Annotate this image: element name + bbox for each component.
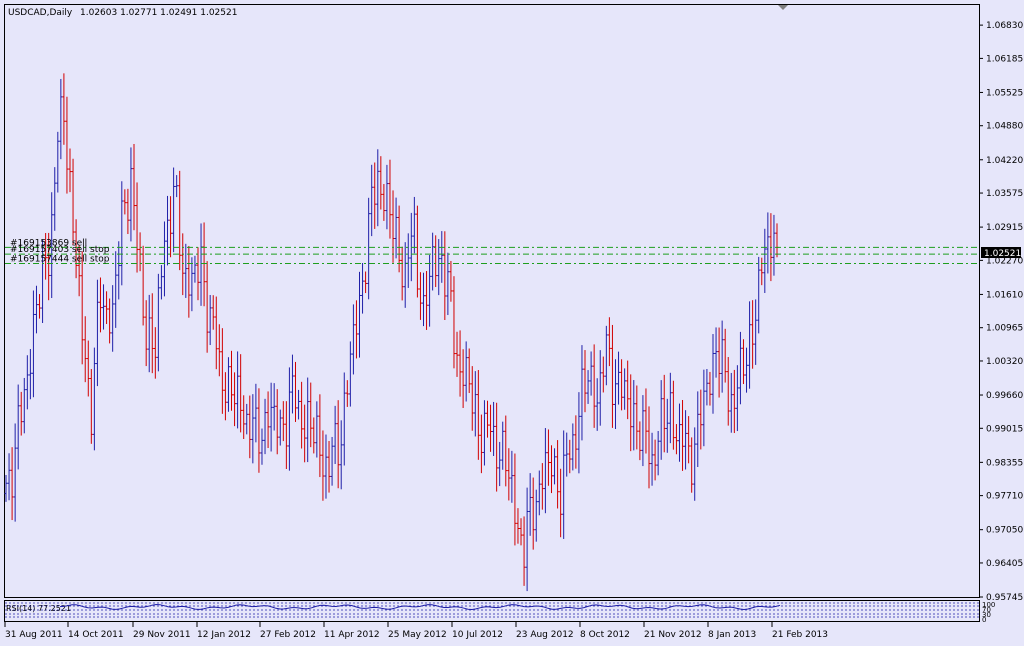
x-tick-label: 10 Jul 2012 xyxy=(452,630,503,640)
time-axis: 31 Aug 2011 14 Oct 2011 29 Nov 2011 12 Jan … xyxy=(4,622,828,640)
price-chart[interactable]: USDCAD,Daily 1.02603 1.02771 1.02491 1.0… xyxy=(0,0,1024,646)
y-tick-label: 0.98355 xyxy=(986,458,1023,468)
y-tick-label: 1.02915 xyxy=(986,223,1023,233)
indicator-level-0: 0 xyxy=(982,616,986,624)
x-tick-label: 14 Oct 2011 xyxy=(68,630,124,640)
x-tick-label: 31 Aug 2011 xyxy=(5,630,63,640)
order-label: #169157444 sell stop xyxy=(10,254,110,264)
x-tick-label: 23 Aug 2012 xyxy=(516,630,574,640)
y-tick-label: 0.97050 xyxy=(986,526,1023,536)
x-tick-label: 27 Feb 2012 xyxy=(260,630,316,640)
price-panel-frame xyxy=(4,4,980,598)
y-tick-label: 1.00965 xyxy=(986,324,1023,334)
ohlc-values: 1.02603 1.02771 1.02491 1.02521 xyxy=(80,8,237,18)
indicator-panel-frame xyxy=(4,600,980,622)
x-tick-label: 29 Nov 2011 xyxy=(133,630,191,640)
price-axis: 1.06830 1.06185 1.05525 1.04880 1.04220 1.035… xyxy=(979,21,1023,603)
y-tick-label: 0.99660 xyxy=(986,391,1023,401)
x-tick-label: 25 May 2012 xyxy=(388,630,447,640)
y-tick-label: 1.06830 xyxy=(986,21,1023,31)
x-tick-label: 12 Jan 2012 xyxy=(197,630,251,640)
y-tick-label: 0.99015 xyxy=(986,424,1023,434)
y-tick-label: 1.00320 xyxy=(986,357,1023,367)
x-tick-label: 21 Feb 2013 xyxy=(772,630,828,640)
y-tick-label: 1.01610 xyxy=(986,290,1023,300)
y-tick-label: 0.96405 xyxy=(986,559,1023,569)
symbol-timeframe: USDCAD,Daily xyxy=(8,8,73,18)
y-tick-label: 1.04880 xyxy=(986,122,1023,132)
indicator-label: RSI(14) 77.2521 xyxy=(6,604,71,613)
y-tick-label: 1.06185 xyxy=(986,54,1023,64)
y-tick-label: 1.03575 xyxy=(986,189,1023,199)
current-price-label: 1.02521 xyxy=(984,249,1021,259)
x-tick-label: 11 Apr 2012 xyxy=(324,630,380,640)
y-tick-label: 1.05525 xyxy=(986,88,1023,98)
x-tick-label: 21 Nov 2012 xyxy=(644,630,702,640)
y-tick-label: 1.04220 xyxy=(986,156,1023,166)
y-tick-label: 0.97710 xyxy=(986,492,1023,502)
x-tick-label: 8 Jan 2013 xyxy=(708,630,756,640)
x-tick-label: 8 Oct 2012 xyxy=(580,630,630,640)
